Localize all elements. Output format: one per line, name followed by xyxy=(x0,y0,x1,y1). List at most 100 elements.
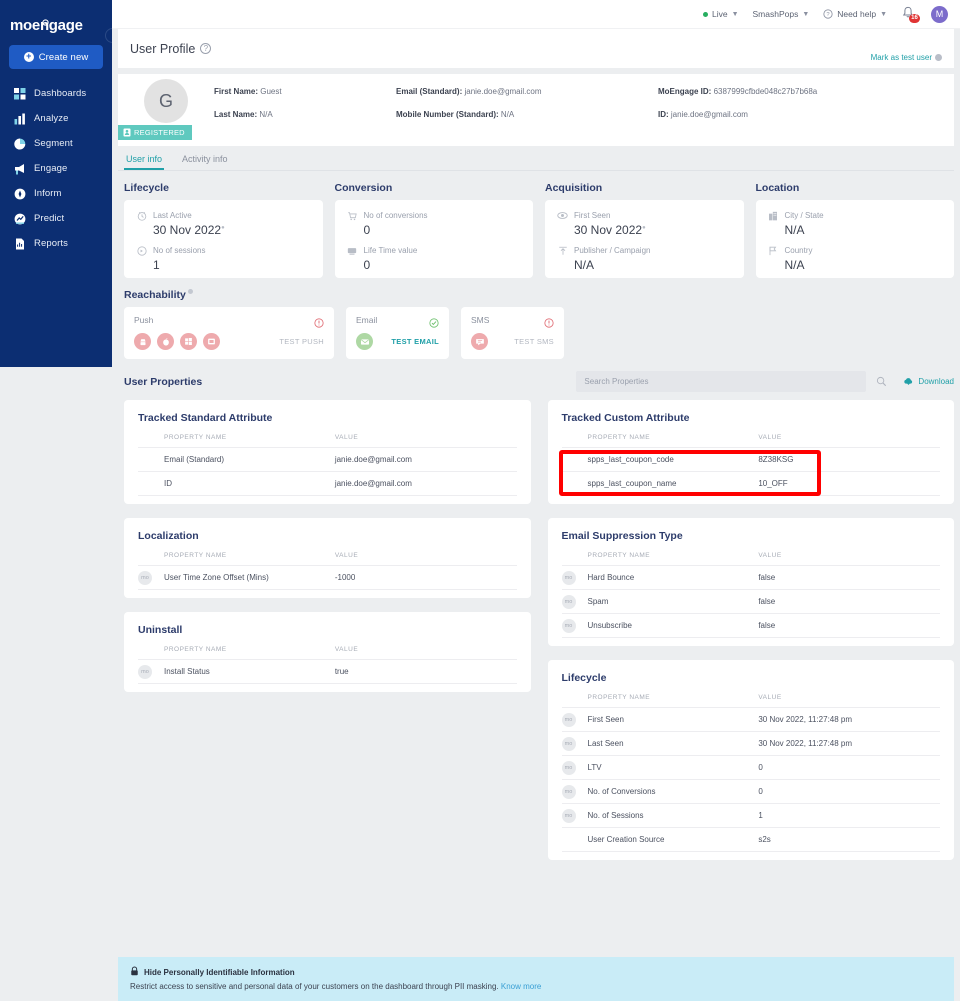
property-name: mo Unsubscribe xyxy=(561,613,759,638)
property-name: mo Spam xyxy=(561,589,759,614)
stat-label: Publisher / Campaign xyxy=(574,246,651,255)
property-name: ID xyxy=(138,471,335,496)
table-row: User Creation Source s2s xyxy=(561,827,940,852)
stat-value: 30 Nov 2022 xyxy=(574,223,643,237)
property-value: s2s xyxy=(758,827,940,852)
table-row: spps_last_coupon_name 10_OFF xyxy=(561,471,940,496)
table-row: spps_last_coupon_code 8Z38KSG xyxy=(561,447,940,472)
stat-row: No of sessions 1 xyxy=(136,245,311,272)
sidebar-item-segment[interactable]: Segment xyxy=(0,131,112,156)
know-more-link[interactable]: Know more xyxy=(501,982,541,991)
column-header-property-name: PROPERTY NAME xyxy=(587,694,651,701)
card-title: Tracked Standard Attribute xyxy=(138,412,273,424)
field-value: Guest xyxy=(260,87,282,96)
property-cards-columns: Tracked Standard Attribute PROPERTY NAME… xyxy=(124,400,954,860)
sidebar-item-label: Predict xyxy=(34,213,65,224)
property-value: false xyxy=(758,565,940,590)
field-value: janie.doe@gmail.com xyxy=(464,87,542,96)
sidebar-item-analyze[interactable]: Analyze xyxy=(0,106,112,131)
id-card-icon xyxy=(123,128,131,137)
pii-banner-description: Restrict access to sensitive and persona… xyxy=(130,982,942,991)
sidebar-item-reports[interactable]: Reports xyxy=(0,231,112,256)
table-row: ID janie.doe@gmail.com xyxy=(138,471,517,496)
profile-field: Last Name: N/A xyxy=(214,110,396,119)
info-dot-icon xyxy=(187,289,193,294)
need-help-menu[interactable]: ? Need help ▼ xyxy=(823,9,887,19)
sidebar-item-label: Engage xyxy=(34,163,68,174)
stat-label: First Seen xyxy=(574,211,611,220)
section-title-location: Location xyxy=(755,182,800,194)
property-table: PROPERTY NAME VALUE mo Install Status tru… xyxy=(138,646,517,684)
chat-icon xyxy=(471,333,488,350)
mo-badge-icon: mo xyxy=(561,570,576,585)
sidebar-item-inform[interactable]: Inform xyxy=(0,181,112,206)
stat-value: N/A xyxy=(784,258,805,272)
segment-icon xyxy=(13,137,26,150)
help-circle-icon: ? xyxy=(823,9,833,19)
help-circle-icon[interactable]: ? xyxy=(200,43,212,54)
property-name-text: LTV xyxy=(587,763,602,772)
card-title: Lifecycle xyxy=(561,672,607,684)
test-push-button[interactable]: TEST PUSH xyxy=(279,337,324,346)
property-name: mo No. of Conversions xyxy=(561,779,759,804)
stat-label: No of sessions xyxy=(153,246,206,255)
card-title: Email Suppression Type xyxy=(561,530,683,542)
sidebar-item-predict[interactable]: Predict xyxy=(0,206,112,231)
mark-as-test-user-label: Mark as test user xyxy=(870,53,932,62)
status-badge-label: REGISTERED xyxy=(134,128,185,137)
sidebar-item-engage[interactable]: Engage xyxy=(0,156,112,181)
test-email-button[interactable]: TEST EMAIL xyxy=(391,337,439,346)
stat-label: City / State xyxy=(784,211,824,220)
property-value: 1 xyxy=(758,803,940,828)
ltv-icon xyxy=(347,245,358,256)
table-header-row: PROPERTY NAME VALUE xyxy=(138,646,517,660)
workspace-selector[interactable]: SmashPops ▼ xyxy=(753,9,810,19)
property-table: PROPERTY NAME VALUE mo User Time Zone Off… xyxy=(138,552,517,590)
field-value: N/A xyxy=(500,110,515,119)
info-dot-icon: ● xyxy=(642,225,646,231)
mo-badge-icon: mo xyxy=(138,570,152,585)
android-icon xyxy=(134,333,151,350)
download-icon xyxy=(904,378,913,385)
profile-tabs: User info Activity info xyxy=(118,146,954,171)
tab-user-info[interactable]: User info xyxy=(124,154,165,170)
reachability-title-text: Reachability xyxy=(124,289,186,301)
search-button[interactable] xyxy=(872,372,892,391)
avatar[interactable]: M xyxy=(931,5,948,23)
mo-badge-icon: mo xyxy=(561,808,576,823)
create-new-button[interactable]: + Create new xyxy=(9,45,103,69)
mark-as-test-user-link[interactable]: Mark as test user xyxy=(871,53,942,62)
download-button[interactable]: Download xyxy=(903,377,954,386)
table-row: Email (Standard) janie.doe@gmail.com xyxy=(138,447,517,472)
search-input[interactable] xyxy=(576,371,867,392)
check-circle-icon xyxy=(429,315,439,328)
upload-icon xyxy=(557,245,568,256)
column-header-property-name: PROPERTY NAME xyxy=(164,434,227,441)
table-row: mo Unsubscribe false xyxy=(561,613,940,638)
pii-banner-title-text: Hide Personally Identifiable Information xyxy=(144,967,295,977)
field-label: Mobile Number (Standard): xyxy=(396,110,499,119)
stat-card-location: City / State N/A Country N/A xyxy=(755,200,954,278)
property-name: spps_last_coupon_name xyxy=(561,471,759,496)
dashboards-icon xyxy=(13,87,26,100)
sidebar-item-dashboards[interactable]: Dashboards xyxy=(0,81,112,106)
sidebar: moengage 〈 + Create new Dashboards Analy… xyxy=(0,0,120,367)
moengage-logo[interactable]: moengage xyxy=(0,8,112,33)
live-status-icon xyxy=(702,11,708,17)
analyze-icon xyxy=(13,112,26,125)
clock-icon xyxy=(136,210,147,221)
property-name: mo LTV xyxy=(561,755,759,780)
property-name: spps_last_coupon_code xyxy=(561,447,759,472)
stat-row: Country N/A xyxy=(768,245,943,272)
topbar: Live ▼ SmashPops ▼ ? Need help ▼ 16 M xyxy=(112,0,960,29)
table-row: mo Spam false xyxy=(561,589,940,614)
column-header-value: VALUE xyxy=(758,552,782,559)
property-name-text: Unsubscribe xyxy=(587,621,632,630)
environment-selector[interactable]: Live ▼ xyxy=(702,9,739,19)
test-sms-button[interactable]: TEST SMS xyxy=(514,337,554,346)
notifications-button[interactable]: 16 xyxy=(901,6,920,23)
plus-icon: + xyxy=(23,52,34,62)
profile-fields-col3: MoEngage ID: 6387999cfbde048c27b7b68a ID… xyxy=(658,87,938,133)
tab-activity-info[interactable]: Activity info xyxy=(180,154,230,170)
chevron-down-icon: ▼ xyxy=(802,10,810,18)
